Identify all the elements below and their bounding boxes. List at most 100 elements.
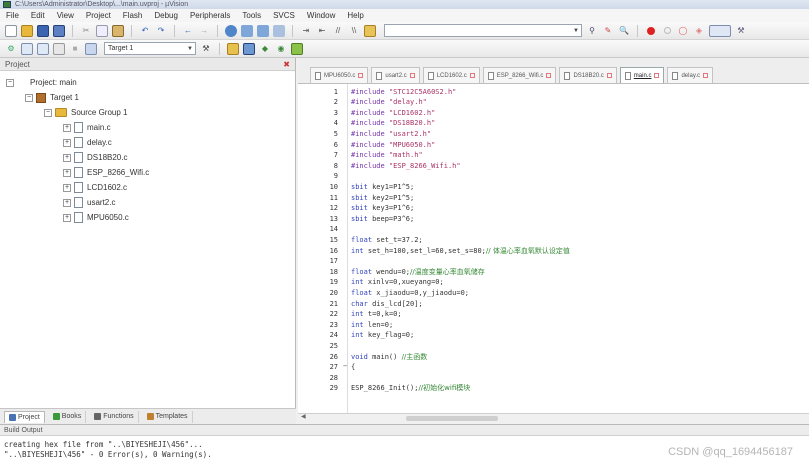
unindent-icon[interactable]: ⇤ [316, 25, 328, 37]
code-line[interactable]: 25 [298, 340, 351, 351]
open-folder-icon[interactable] [21, 24, 33, 37]
close-tab-icon[interactable] [606, 73, 612, 78]
tree-item[interactable]: + delay.c [0, 135, 295, 150]
redo-icon[interactable]: ↷ [155, 25, 167, 37]
editor-tab[interactable]: usart2.c [371, 67, 420, 83]
code-line[interactable]: 26 void main() //主函数 [298, 351, 428, 362]
editor-tab[interactable]: ESP_8266_Wifi.c [482, 67, 557, 83]
stop-build-icon[interactable]: ■ [69, 43, 81, 55]
expand-icon[interactable]: + [63, 183, 71, 192]
editor-tab[interactable]: DS18B20.c [559, 67, 617, 83]
panel-tab-templates[interactable]: Templates [143, 410, 193, 423]
code-line[interactable]: 8 #include "ESP_8266_Wifi.h" [298, 160, 461, 171]
code-line[interactable]: 4 #include "DS18B20.h" [298, 118, 436, 129]
code-line[interactable]: 17 [298, 256, 351, 267]
code-line[interactable]: 2 #include "delay.h" [298, 97, 427, 108]
code-line[interactable]: 7 #include "math.h" [298, 150, 423, 161]
code-line[interactable]: 15 float set_t=37.2; [298, 234, 423, 245]
replace-icon[interactable]: ✎ [602, 25, 614, 37]
expand-icon[interactable]: + [63, 138, 71, 147]
bookmark-prev-icon[interactable] [241, 24, 253, 37]
code-line[interactable]: 29 ESP_8266_Init();//初始化wifi模块 [298, 383, 471, 394]
bookmark-icon[interactable] [225, 24, 237, 37]
tree-item[interactable]: − Source Group 1 [0, 105, 295, 120]
save-icon[interactable] [37, 24, 49, 37]
download-icon[interactable] [85, 42, 97, 55]
tree-item[interactable]: + usart2.c [0, 195, 295, 210]
code-line[interactable]: 20 float x_jiaodu=0,y_jiaodu=0; [298, 287, 469, 298]
editor-tab[interactable]: LCD1602.c [422, 67, 480, 83]
cut-icon[interactable]: ✂ [80, 25, 92, 37]
code-line[interactable]: 1 #include "STC12C5A60S2.h" [298, 86, 457, 97]
comment-icon[interactable]: // [332, 25, 344, 37]
bookmark-next-icon[interactable] [257, 24, 269, 37]
close-tab-icon[interactable] [358, 73, 364, 78]
panel-tab-books[interactable]: Books [49, 410, 87, 423]
breakpoint-icon[interactable] [661, 25, 673, 37]
kill-breakpoints-icon[interactable]: ◈ [693, 25, 705, 37]
panel-tab-functions[interactable]: Functions [90, 410, 139, 423]
tree-item[interactable]: + LCD1602.c [0, 180, 295, 195]
menu-item-svcs[interactable]: SVCS [273, 11, 295, 20]
undo-icon[interactable]: ↶ [139, 25, 151, 37]
editor-tab[interactable]: main.c [619, 67, 665, 83]
code-line[interactable]: 14 [298, 224, 351, 235]
horizontal-scrollbar[interactable]: ◀ [298, 413, 809, 422]
start-debug-icon[interactable] [645, 25, 657, 37]
menu-item-view[interactable]: View [57, 11, 74, 20]
build-icon[interactable] [21, 42, 33, 55]
target-select[interactable]: Target 1 ▼ [104, 42, 196, 55]
code-line[interactable]: 23 int len=0; [298, 319, 394, 330]
close-tab-icon[interactable] [546, 73, 552, 78]
paste-icon[interactable] [112, 24, 124, 37]
scrollbar-thumb[interactable] [406, 416, 498, 421]
code-line[interactable]: 21 char dis_lcd[20]; [298, 298, 423, 309]
panel-tab-project[interactable]: Project [4, 410, 45, 423]
menu-item-project[interactable]: Project [86, 11, 111, 20]
collapse-icon[interactable]: − [25, 93, 33, 102]
editor-tab[interactable]: delay.c [667, 67, 714, 83]
disable-breakpoints-icon[interactable]: ◯ [677, 25, 689, 37]
menu-item-tools[interactable]: Tools [242, 11, 261, 20]
menu-item-window[interactable]: Window [307, 11, 335, 20]
expand-icon[interactable]: + [63, 198, 71, 207]
nav-back-icon[interactable]: ← [182, 25, 194, 37]
tree-item[interactable]: + MPU6050.c [0, 210, 295, 225]
collapse-icon[interactable]: − [44, 108, 52, 117]
tree-item[interactable]: − Project: main [0, 75, 295, 90]
indent-icon[interactable]: ⇥ [300, 25, 312, 37]
pin-icon[interactable]: ✖ [283, 60, 290, 69]
code-line[interactable]: 24 int key_flag=0; [298, 330, 415, 341]
close-tab-icon[interactable] [469, 73, 475, 78]
code-line[interactable]: 13 sbit beep=P3^6; [298, 213, 415, 224]
select-packs-icon[interactable] [243, 42, 255, 55]
code-line[interactable]: 16 int set_h=100,set_l=60,set_s=80;// 体温心… [298, 245, 570, 256]
translate-icon[interactable]: ⚙ [5, 43, 17, 55]
expand-icon[interactable]: + [63, 153, 71, 162]
close-tab-icon[interactable] [409, 73, 415, 78]
menu-item-peripherals[interactable]: Peripherals [190, 11, 230, 20]
menu-item-flash[interactable]: Flash [123, 11, 143, 20]
code-line[interactable]: 9 [298, 171, 351, 182]
expand-icon[interactable]: + [63, 213, 71, 222]
batch-build-icon[interactable] [53, 42, 65, 55]
code-line[interactable]: 22 int t=0,k=0; [298, 309, 402, 320]
search-combo[interactable]: ▼ [384, 24, 582, 37]
configure-icon[interactable]: ⚒ [735, 25, 747, 37]
nav-forward-icon[interactable]: → [198, 25, 210, 37]
code-line[interactable]: 10 sbit key1=P1^5; [298, 181, 415, 192]
manage-runtime-icon[interactable]: ◆ [259, 43, 271, 55]
new-file-icon[interactable] [5, 24, 17, 37]
find-in-files-icon[interactable] [364, 24, 376, 37]
tree-item[interactable]: + ESP_8266_Wifi.c [0, 165, 295, 180]
menu-item-debug[interactable]: Debug [154, 11, 178, 20]
tree-item[interactable]: + DS18B20.c [0, 150, 295, 165]
tree-item[interactable]: − Target 1 [0, 90, 295, 105]
code-editor[interactable]: 1 #include "STC12C5A60S2.h" 2 #include "del… [298, 84, 809, 413]
pack-installer-icon[interactable]: ◉ [275, 43, 287, 55]
expand-icon[interactable]: + [63, 123, 71, 132]
manage-project-icon[interactable] [227, 42, 239, 55]
rebuild-icon[interactable] [37, 42, 49, 55]
menu-item-edit[interactable]: Edit [31, 11, 45, 20]
close-tab-icon[interactable] [654, 73, 660, 78]
